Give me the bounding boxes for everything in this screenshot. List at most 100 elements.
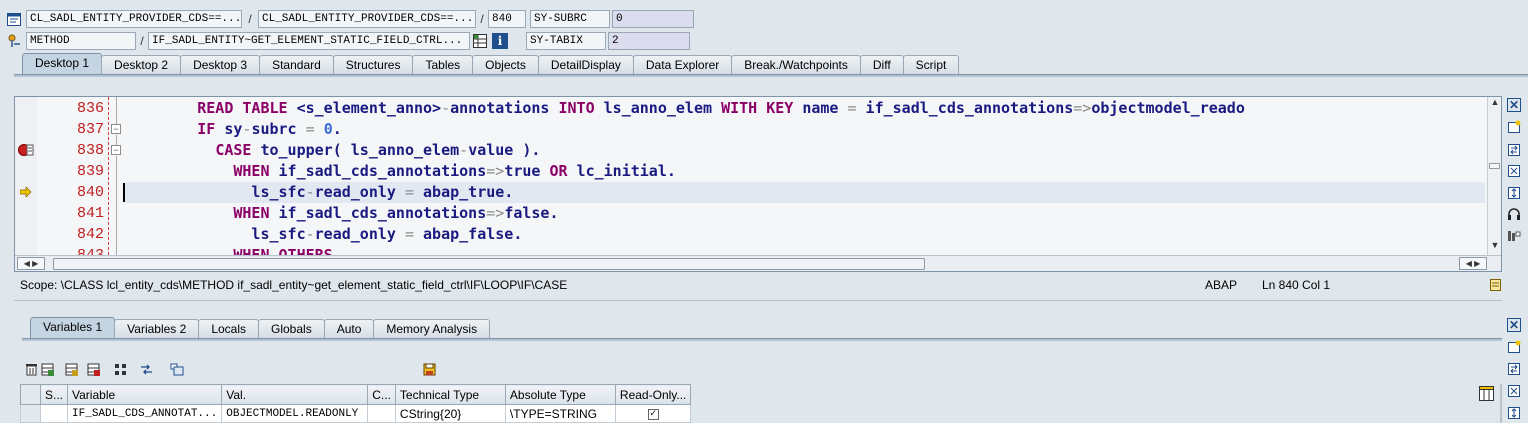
sy-subrc-value: 0 (612, 10, 694, 28)
code-line-836[interactable]: READ TABLE <s_element_anno>-annotations … (125, 98, 1485, 119)
code-line-839[interactable]: WHEN if_sadl_cds_annotations=>true OR lc… (125, 161, 1485, 182)
sy-tabix-value: 2 (608, 32, 690, 50)
settings-tool-icon[interactable] (1507, 229, 1521, 243)
line-number: 840 (76, 184, 104, 201)
column-header-value[interactable]: Val. (221, 384, 369, 405)
tab-data-explorer[interactable]: Data Explorer (632, 55, 733, 74)
scroll-down-icon[interactable]: ▼ (1488, 240, 1501, 253)
method-field[interactable]: IF_SADL_ENTITY~GET_ELEMENT_STATIC_FIELD_… (148, 32, 470, 50)
save-icon[interactable] (422, 362, 436, 376)
tab-tables[interactable]: Tables (412, 55, 474, 74)
close-icon[interactable]: ✕ (1507, 318, 1521, 332)
code-line-842[interactable]: ls_sfc-read_only = abap_false. (125, 224, 1485, 245)
scroll-left-right-icon[interactable]: ◀ ▶ (17, 257, 45, 270)
row-selector[interactable] (20, 404, 41, 423)
scroll-left-right-icon[interactable]: ◀ ▶ (1459, 257, 1487, 270)
code-area[interactable]: READ TABLE <s_element_anno>-annotations … (125, 97, 1485, 255)
column-header-variable[interactable]: Variable (67, 384, 223, 405)
tab-desktop-3[interactable]: Desktop 3 (180, 55, 261, 74)
headset-icon[interactable] (1507, 207, 1521, 221)
tab-locals[interactable]: Locals (198, 319, 259, 338)
variables-table[interactable]: S... Variable Val. C... Technical Type A… (20, 384, 692, 423)
delete-icon[interactable] (24, 362, 38, 376)
tab-objects[interactable]: Objects (472, 55, 539, 74)
scope-text: Scope: \CLASS lcl_entity_cds\METHOD if_s… (20, 278, 568, 292)
info-icon[interactable]: i (492, 33, 508, 49)
sy-subrc-label: SY-SUBRC (530, 10, 610, 28)
read-only-checkbox: ✓ (647, 408, 659, 420)
line-field[interactable]: 840 (488, 10, 526, 28)
tab-standard[interactable]: Standard (259, 55, 334, 74)
code-line-837[interactable]: IF sy-subrc = 0. (125, 119, 1485, 140)
load-variables-icon[interactable] (64, 362, 78, 376)
separator: / (248, 12, 252, 26)
close-icon[interactable]: ✕ (1507, 98, 1521, 112)
event-type-field[interactable]: METHOD (26, 32, 136, 50)
resize-icon[interactable] (1507, 406, 1521, 420)
grid-icon[interactable] (472, 33, 488, 49)
note-icon[interactable] (1488, 278, 1502, 292)
tab-structures[interactable]: Structures (332, 55, 414, 74)
tab-script[interactable]: Script (902, 55, 960, 74)
tab-detail-display[interactable]: DetailDisplay (537, 55, 634, 74)
tab-variables-1[interactable]: Variables 1 (30, 317, 116, 338)
exchange-icon[interactable] (1507, 362, 1521, 376)
code-editor[interactable]: 836 837 838 839 840 841 842 843 − − READ… (14, 96, 1502, 272)
column-header-read-only[interactable]: Read-Only... (614, 384, 692, 405)
tab-auto[interactable]: Auto (323, 319, 375, 338)
tab-desktop-1[interactable]: Desktop 1 (22, 53, 103, 74)
code-line-840[interactable]: ls_sfc-read_only = abap_true. (125, 182, 1485, 203)
vertical-scrollbar[interactable]: ▲ ▼ (1487, 97, 1501, 255)
horizontal-scrollbar[interactable]: ◀ ▶ ◀ ▶ (15, 255, 1501, 271)
horizontal-scroll-thumb[interactable] (53, 258, 925, 270)
maximize-icon[interactable] (1507, 384, 1521, 398)
line-number: 842 (76, 226, 104, 243)
tab-memory-analysis[interactable]: Memory Analysis (373, 319, 491, 338)
column-header-absolute-type[interactable]: Absolute Type (504, 384, 616, 405)
hierarchy-icon[interactable] (114, 362, 128, 376)
line-numbers: 836 837 838 839 840 841 842 843 (37, 97, 109, 264)
column-header-status[interactable]: S... (39, 384, 69, 405)
tab-breakpoints[interactable]: Break./Watchpoints (731, 55, 861, 74)
column-layout-icon[interactable] (1479, 386, 1495, 402)
line-number: 838 (76, 142, 104, 159)
table-header-row: S... Variable Val. C... Technical Type A… (20, 384, 692, 405)
cell-technical-type: CString{20} (394, 404, 506, 423)
transfer-icon[interactable] (140, 362, 154, 376)
breakpoint-icon[interactable] (18, 143, 34, 157)
scroll-thumb[interactable] (1489, 163, 1500, 169)
column-header-technical-type[interactable]: Technical Type (394, 384, 506, 405)
line-number: 839 (76, 163, 104, 180)
code-line-838[interactable]: CASE to_upper( ls_anno_elem-value ). (125, 140, 1485, 161)
column-header-change[interactable]: C... (367, 384, 396, 405)
fold-toggle[interactable]: − (111, 124, 121, 134)
current-statement-arrow-icon (19, 186, 32, 198)
fold-toggle[interactable]: − (111, 145, 121, 155)
new-tool-icon[interactable] (1507, 340, 1521, 354)
exchange-icon[interactable] (1507, 143, 1521, 157)
scroll-up-icon[interactable]: ▲ (1488, 97, 1501, 110)
cell-variable[interactable]: IF_SADL_CDS_ANNOTAT... (67, 404, 223, 423)
cell-value[interactable]: OBJECTMODEL.READONLY (221, 404, 369, 423)
table-row[interactable]: IF_SADL_CDS_ANNOTAT... OBJECTMODEL.READO… (20, 404, 692, 423)
insert-row-icon[interactable] (40, 362, 54, 376)
code-line-843[interactable]: WHEN OTHERS (125, 245, 1485, 255)
tab-globals[interactable]: Globals (258, 319, 325, 338)
resize-icon[interactable] (1507, 186, 1521, 200)
desktop-tabs: Desktop 1 Desktop 2 Desktop 3 Standard S… (22, 53, 960, 74)
maximize-icon[interactable] (1507, 164, 1521, 178)
breakpoint-gutter[interactable] (15, 97, 37, 255)
program-field[interactable]: CL_SADL_ENTITY_PROVIDER_CDS==... (26, 10, 242, 28)
display-icon[interactable] (170, 362, 184, 376)
include-field[interactable]: CL_SADL_ENTITY_PROVIDER_CDS==... (258, 10, 476, 28)
new-tool-icon[interactable] (1507, 120, 1521, 134)
tab-variables-2[interactable]: Variables 2 (114, 319, 200, 338)
table-scrollbar[interactable] (1500, 384, 1502, 423)
code-line-841[interactable]: WHEN if_sadl_cds_annotations=>false. (125, 203, 1485, 224)
tab-diff[interactable]: Diff (859, 55, 904, 74)
line-number: 837 (76, 121, 104, 138)
cell-absolute-type: \TYPE=STRING (504, 404, 616, 423)
save-variables-icon[interactable] (86, 362, 100, 376)
row-selector-header[interactable] (20, 384, 41, 405)
tab-desktop-2[interactable]: Desktop 2 (101, 55, 182, 74)
